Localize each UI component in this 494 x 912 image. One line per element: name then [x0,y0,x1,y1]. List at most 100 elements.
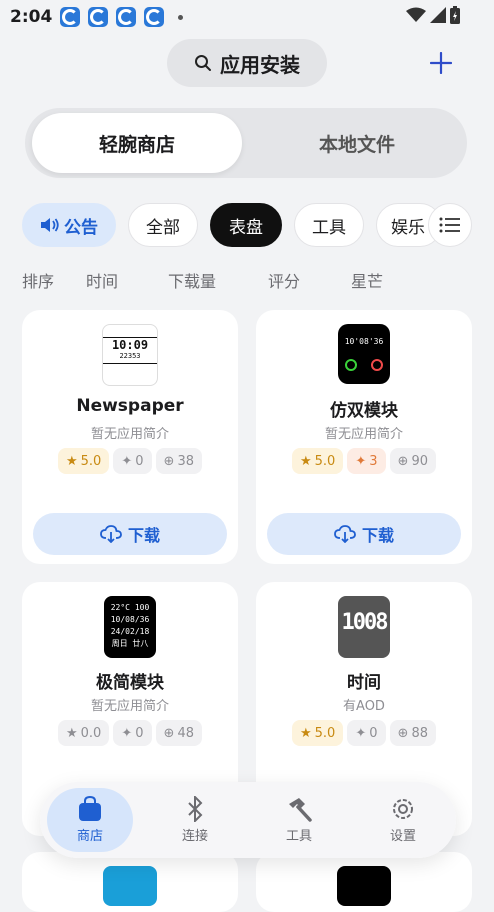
sparkle-icon: ✦ [121,725,133,741]
nav-connect[interactable]: 连接 [150,782,240,858]
app-description: 有AOD [343,699,385,714]
preview-time: 10'08'36 [344,337,384,346]
sort-time[interactable]: 时间 [86,268,118,292]
preview-time: 10:09 [111,338,149,352]
preview-number: 22353 [119,352,141,360]
notification-app-icon [60,7,81,27]
nav-tools[interactable]: 工具 [254,782,344,858]
search-button[interactable]: 应用安装 [167,39,327,87]
bluetooth-icon [188,796,203,822]
cloud-download-icon [100,525,122,543]
bottom-navigation: 商店 连接 工具 设置 [40,782,456,858]
preview-line: 周日 廿八 [111,639,149,648]
nav-tools-label: 工具 [285,829,312,844]
download-label: 下载 [361,526,394,545]
rating-value: 0.0 [80,725,102,741]
app-name: Newspaper [76,396,184,416]
sparkle-value: 3 [369,453,378,469]
sort-label: 排序 [22,272,55,291]
downloads-value: 38 [177,453,194,469]
bag-icon [79,796,101,821]
download-count-icon: ⊕ [397,725,409,741]
downloads-value: 90 [411,453,428,469]
search-label: 应用安装 [220,52,300,77]
app-stats: ★ 5.0 ✦ 3 ⊕ 90 [256,448,472,474]
star-icon: ★ [300,453,312,469]
app-stats: ★ 0.0 ✦ 0 ⊕ 48 [22,720,238,746]
nav-settings[interactable]: 设置 [358,782,448,858]
star-icon: ★ [300,725,312,741]
app-description: 暂无应用简介 [324,427,403,442]
downloads-badge: ⊕ 48 [155,720,202,746]
tab-store[interactable]: 轻腕商店 [32,113,242,173]
app-stats: ★ 5.0 ✦ 0 ⊕ 38 [22,448,238,474]
app-card[interactable] [256,852,472,912]
preview-time: 1008 [341,610,389,635]
add-button[interactable] [426,48,456,78]
watchface-preview [103,866,157,906]
downloads-badge: ⊕ 90 [389,448,436,474]
notification-app-icon [116,7,137,27]
downloads-value: 48 [177,725,194,741]
nav-store[interactable]: 商店 [45,782,135,858]
app-card[interactable]: 10:09 22353 Newspaper 暂无应用简介 ★ 5.0 ✦ 0 ⊕ 38… [22,310,238,564]
sort-row: 排序 时间 下载量 评分 星芒 [0,268,494,292]
nav-store-label: 商店 [76,829,103,844]
source-tabs: 轻腕商店 本地文件 [25,108,467,178]
category-list-button[interactable] [428,203,472,247]
rating-value: 5.0 [314,725,336,741]
notification-dot-icon [178,14,184,20]
chip-all[interactable]: 全部 [128,203,198,247]
battery-icon [450,6,460,24]
sparkle-value: 0 [135,725,144,741]
sparkle-badge: ✦ 0 [113,720,152,746]
rating-badge: ★ 5.0 [58,448,110,474]
watchface-preview: 22°C 100 10/08/36 24/02/18 周日 廿八 [104,596,156,658]
app-card[interactable] [22,852,238,912]
download-count-icon: ⊕ [397,453,409,469]
sparkle-badge: ✦ 0 [113,448,152,474]
sparkle-badge: ✦ 0 [347,720,386,746]
list-icon [439,217,460,233]
status-bar: 2:04 [0,0,494,34]
gear-icon [393,799,413,819]
watchface-preview [337,866,391,906]
plus-icon [430,52,452,74]
hammer-icon [289,798,312,822]
downloads-value: 88 [411,725,428,741]
search-icon [195,55,211,71]
app-description: 暂无应用简介 [90,427,169,442]
star-icon: ★ [66,725,78,741]
app-description: 暂无应用简介 [90,699,169,714]
preview-line: 10/08/36 [110,615,150,624]
sparkle-value: 0 [135,453,144,469]
notification-app-icon [88,7,109,27]
rating-badge: ★ 5.0 [292,448,344,474]
sort-downloads[interactable]: 下载量 [168,268,216,292]
sort-stars[interactable]: 星芒 [351,268,383,292]
preview-line: 24/02/18 [110,627,150,636]
rating-badge: ★ 5.0 [292,720,344,746]
nav-connect-label: 连接 [181,829,208,844]
sort-rating[interactable]: 评分 [268,268,300,292]
sparkle-icon: ✦ [121,453,133,469]
app-card[interactable]: 10'08'36 仿双模块 暂无应用简介 ★ 5.0 ✦ 3 ⊕ 90 下载 [256,310,472,564]
cloud-download-icon [334,525,356,543]
chip-tools[interactable]: 工具 [294,203,364,247]
chip-watchface[interactable]: 表盘 [210,203,282,247]
watchface-preview: 10'08'36 [338,324,390,384]
downloads-badge: ⊕ 88 [389,720,436,746]
downloads-badge: ⊕ 38 [155,448,202,474]
tab-local-files[interactable]: 本地文件 [257,113,457,173]
announcement-button[interactable]: 公告 [22,203,116,247]
download-button[interactable]: 下载 [33,513,227,555]
notification-app-icon [144,7,165,27]
app-stats: ★ 5.0 ✦ 0 ⊕ 88 [256,720,472,746]
download-count-icon: ⊕ [163,725,175,741]
preview-line: 22°C 100 [110,603,150,612]
sparkle-icon: ✦ [355,453,367,469]
watchface-preview: 10:09 22353 [102,324,158,386]
app-name: 极简模块 [96,673,164,693]
download-button[interactable]: 下载 [267,513,461,555]
sparkle-value: 0 [369,725,378,741]
